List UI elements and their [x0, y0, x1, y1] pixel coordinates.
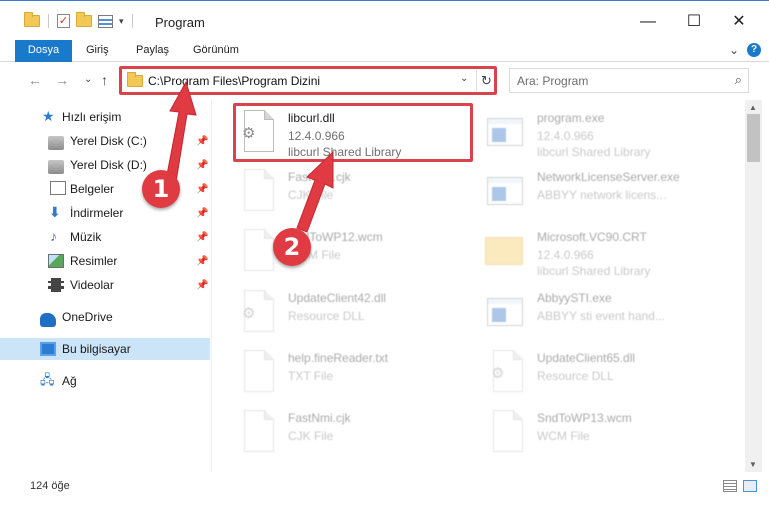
scroll-down-icon[interactable]: ▼ [749, 460, 757, 469]
status-bar: 124 öğe [0, 472, 769, 514]
details-view-icon[interactable] [723, 480, 737, 492]
item-count: 124 öğe [30, 480, 70, 492]
step-badge-2: 2 [273, 228, 311, 266]
arrow-1 [165, 80, 197, 183]
scrollbar-thumb[interactable] [747, 114, 760, 162]
scroll-up-icon[interactable]: ▲ [749, 103, 757, 112]
tiles-view-icon[interactable] [743, 480, 757, 492]
arrow-2 [296, 150, 334, 233]
vertical-scrollbar[interactable]: ▲ ▼ [745, 100, 762, 472]
annotation-arrows [165, 80, 334, 233]
step-badge-1: 1 [142, 170, 180, 208]
